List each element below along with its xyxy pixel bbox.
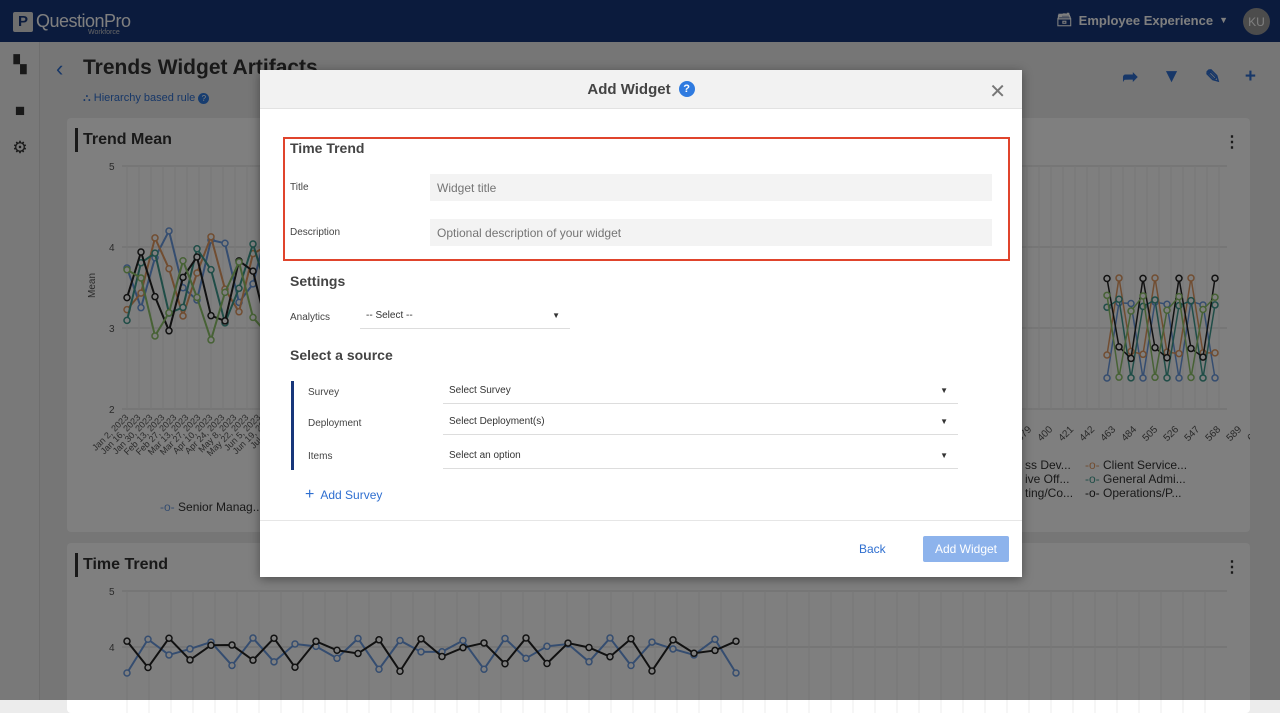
close-icon[interactable]: ✕ [989,79,1006,104]
add-widget-modal: Add Widget ? ✕ Time Trend Title Descript… [260,70,1022,577]
modal-header: Add Widget ? [260,70,1022,109]
analytics-value: -- Select -- [366,310,413,321]
survey-select[interactable]: Select Survey ▼ [443,381,958,404]
widget-title-input[interactable] [430,174,992,201]
caret-down-icon: ▼ [552,311,560,320]
description-label: Description [290,227,341,238]
items-label: Items [308,451,333,462]
section-settings: Settings [290,273,346,289]
caret-down-icon: ▼ [940,417,948,426]
survey-value: Select Survey [449,385,511,396]
title-label: Title [290,182,309,193]
deployment-label: Deployment [308,418,362,429]
back-button[interactable]: Back [859,542,886,556]
deployment-select[interactable]: Select Deployment(s) ▼ [443,412,958,435]
modal-footer-divider [260,520,1022,521]
items-value: Select an option [449,450,521,461]
add-widget-button[interactable]: Add Widget [923,536,1009,562]
source-group-bar [291,381,294,470]
analytics-select[interactable]: -- Select -- ▼ [360,306,570,329]
analytics-label: Analytics [290,312,331,323]
add-survey-label: Add Survey [320,488,383,502]
caret-down-icon: ▼ [940,386,948,395]
caret-down-icon: ▼ [940,451,948,460]
section-time-trend: Time Trend [290,140,365,156]
survey-label: Survey [308,387,340,398]
modal-title: Add Widget [587,80,671,98]
items-select[interactable]: Select an option ▼ [443,446,958,469]
section-source: Select a source [290,347,393,363]
help-icon[interactable]: ? [678,81,695,97]
plus-icon: + [305,486,315,503]
add-survey-button[interactable]: + Add Survey [305,486,382,504]
deployment-value: Select Deployment(s) [449,416,545,427]
widget-description-input[interactable] [430,219,992,246]
